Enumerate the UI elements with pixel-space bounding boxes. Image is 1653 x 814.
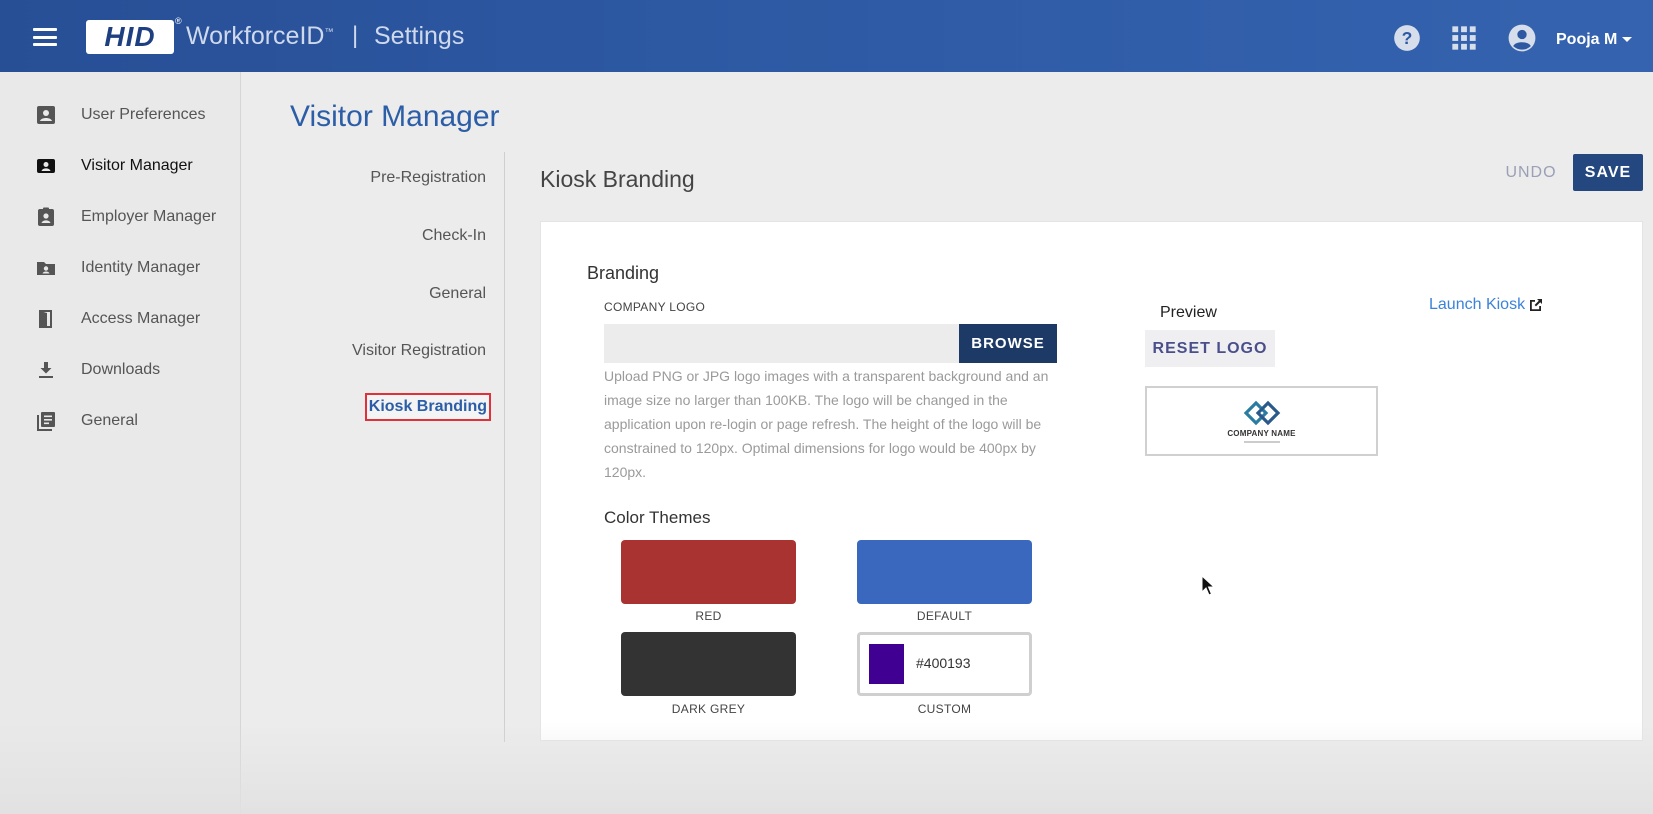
subnav-general[interactable]: General — [429, 285, 486, 303]
svg-text:?: ? — [1402, 28, 1413, 48]
branding-heading: Branding — [587, 263, 660, 283]
subnav-divider — [504, 152, 505, 742]
sidebar-item-label: Access Manager — [81, 310, 201, 327]
theme-swatch-default[interactable] — [857, 540, 1032, 604]
sidebar-item-label: Identity Manager — [81, 259, 201, 276]
custom-color-chip[interactable] — [869, 644, 904, 684]
hamburger-menu-icon[interactable] — [33, 28, 57, 46]
browse-button[interactable]: BROWSE — [959, 324, 1057, 363]
sidebar-item-access-manager[interactable]: Access Manager — [0, 298, 241, 340]
top-app-bar: HID ® WorkforceID™ | Settings ? Pooja M — [0, 0, 1653, 72]
company-logo-label: COMPANY LOGO — [604, 300, 706, 314]
apps-grid-icon[interactable] — [1450, 24, 1478, 52]
external-link-icon — [1530, 299, 1543, 311]
sidebar-item-label: Visitor Manager — [81, 157, 193, 174]
logo-registered-mark: ® — [175, 16, 182, 26]
caret-down-icon[interactable] — [1622, 37, 1632, 42]
list-doc-icon — [37, 412, 55, 431]
kiosk-branding-card: Branding COMPANY LOGO BROWSE Upload PNG … — [540, 221, 1643, 741]
sidebar-item-visitor-manager[interactable]: Visitor Manager — [0, 145, 241, 187]
help-icon[interactable]: ? — [1393, 24, 1421, 52]
theme-label-custom: CUSTOM — [917, 702, 972, 716]
visitor-badge-icon — [37, 159, 55, 173]
brand-separator: | — [352, 22, 359, 49]
sidebar-item-general[interactable]: General — [0, 400, 241, 442]
door-icon — [39, 310, 52, 328]
hid-logo: HID — [86, 20, 174, 54]
sidebar-item-downloads[interactable]: Downloads — [0, 349, 241, 391]
subnav-pre-registration[interactable]: Pre-Registration — [370, 169, 486, 187]
theme-swatch-dark-grey[interactable] — [621, 632, 796, 696]
page-context-title: Settings — [374, 22, 465, 50]
user-card-icon — [37, 106, 55, 124]
custom-color-hex[interactable]: #400193 — [916, 655, 971, 671]
sidebar-item-user-preferences[interactable]: User Preferences — [0, 94, 241, 136]
company-logo-mark-icon — [1243, 400, 1280, 426]
theme-label-dark-grey: DARK GREY — [671, 702, 746, 716]
mouse-cursor-icon — [1201, 575, 1215, 596]
employee-badge-icon — [38, 207, 54, 226]
sidebar-item-identity-manager[interactable]: Identity Manager — [0, 247, 241, 289]
subnav-visitor-registration[interactable]: Visitor Registration — [352, 342, 486, 360]
preview-label: Preview — [1160, 304, 1217, 321]
reset-logo-button[interactable]: RESET LOGO — [1145, 330, 1275, 367]
user-name[interactable]: Pooja M — [1556, 31, 1617, 49]
undo-button[interactable]: UNDO — [1497, 155, 1565, 191]
product-name: WorkforceID™ — [186, 22, 334, 50]
sidebar-item-label: Employer Manager — [81, 208, 217, 225]
sidebar-item-label: Downloads — [81, 361, 161, 378]
preview-tagline-line — [1243, 441, 1280, 443]
user-avatar-icon[interactable] — [1508, 24, 1536, 52]
launch-kiosk-link[interactable]: Launch Kiosk — [1429, 296, 1544, 314]
preview-company-name: COMPANY NAME — [1227, 429, 1296, 438]
theme-swatch-red[interactable] — [621, 540, 796, 604]
settings-sidebar: User Preferences Visitor Manager Employe… — [0, 72, 241, 814]
launch-kiosk-label: Launch Kiosk — [1429, 296, 1526, 313]
company-logo-file-input[interactable] — [604, 324, 959, 363]
subnav-kiosk-branding[interactable]: Kiosk Branding — [364, 393, 491, 421]
sidebar-item-label: User Preferences — [81, 106, 206, 123]
logo-preview-box: COMPANY NAME — [1145, 386, 1378, 456]
save-button[interactable]: SAVE — [1573, 154, 1643, 191]
page-title: Visitor Manager — [290, 100, 500, 133]
color-themes-heading: Color Themes — [604, 508, 711, 527]
sidebar-item-label: General — [81, 412, 138, 429]
theme-swatch-custom[interactable]: #400193 — [857, 632, 1032, 696]
logo-upload-help-text: Upload PNG or JPG logo images with a tra… — [604, 368, 1049, 480]
theme-label-red: RED — [695, 609, 722, 623]
logo-text: HID — [104, 21, 156, 52]
sidebar-item-employer-manager[interactable]: Employer Manager — [0, 196, 241, 238]
section-title: Kiosk Branding — [540, 166, 695, 192]
identity-folder-icon — [37, 262, 55, 275]
download-icon — [39, 362, 53, 378]
theme-label-default: DEFAULT — [916, 609, 973, 623]
subnav-check-in[interactable]: Check-In — [422, 227, 486, 245]
